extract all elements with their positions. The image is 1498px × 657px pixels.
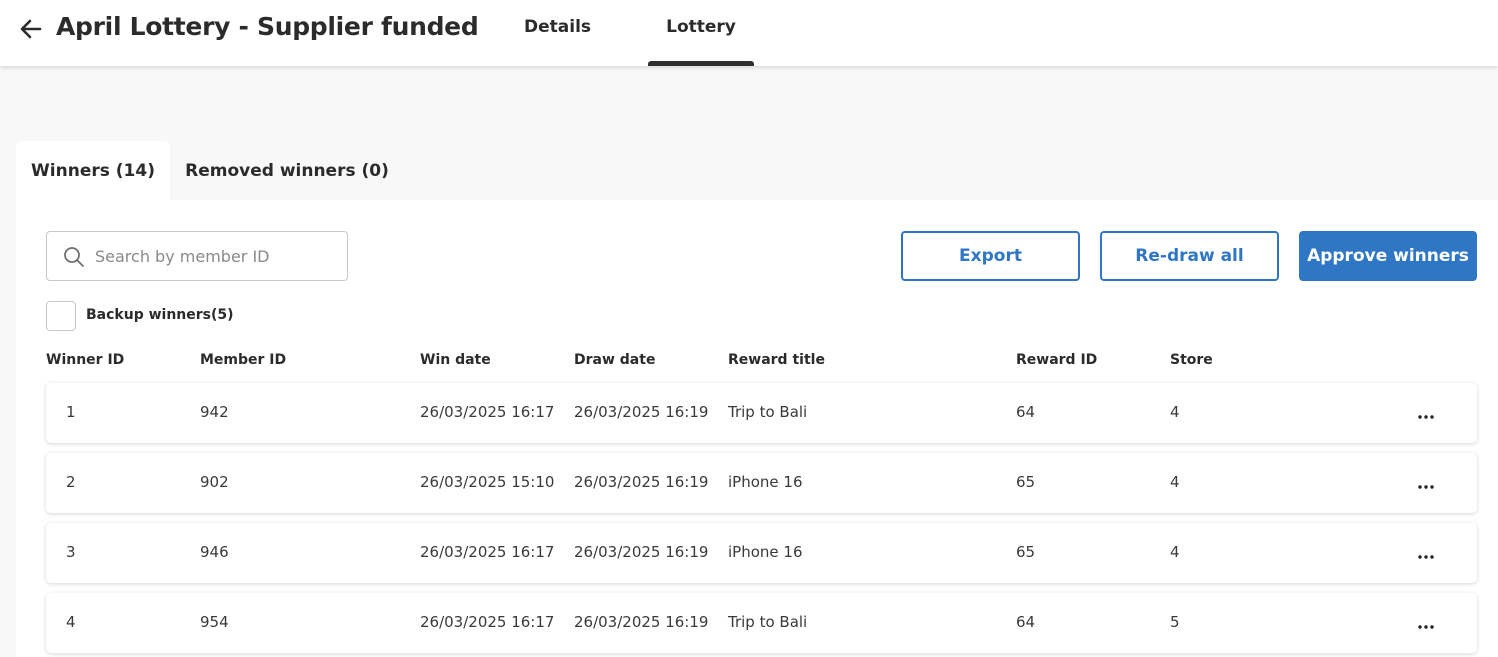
reward-title-cell: iPhone 16 bbox=[728, 543, 803, 561]
column-header-store: Store bbox=[1170, 352, 1213, 368]
draw-date-cell: 26/03/2025 16:19 bbox=[574, 613, 709, 631]
backup-winners-checkbox[interactable] bbox=[46, 301, 76, 331]
more-horizontal-icon[interactable] bbox=[1412, 539, 1440, 567]
draw-date-cell: 26/03/2025 16:19 bbox=[574, 403, 709, 421]
tab-details[interactable]: Details bbox=[524, 17, 591, 37]
winner-id-cell: 1 bbox=[66, 403, 76, 421]
more-horizontal-icon[interactable] bbox=[1412, 469, 1440, 497]
approve-winners-button[interactable]: Approve winners bbox=[1299, 231, 1477, 281]
winner-id-cell: 2 bbox=[66, 473, 76, 491]
table-row[interactable]: 3 946 26/03/2025 16:17 26/03/2025 16:19 … bbox=[46, 523, 1477, 583]
member-id-cell: 954 bbox=[200, 613, 229, 631]
reward-id-cell: 64 bbox=[1016, 403, 1036, 421]
subtab-removed-winners[interactable]: Removed winners (0) bbox=[170, 141, 404, 201]
backup-winners-label: Backup winners(5) bbox=[86, 307, 234, 323]
reward-title-cell: Trip to Bali bbox=[728, 403, 808, 421]
back-arrow-icon[interactable] bbox=[18, 16, 44, 42]
search-box[interactable] bbox=[46, 231, 348, 281]
winner-id-cell: 3 bbox=[66, 543, 76, 561]
reward-id-cell: 64 bbox=[1016, 613, 1036, 631]
store-cell: 4 bbox=[1170, 543, 1180, 561]
store-cell: 4 bbox=[1170, 403, 1180, 421]
tab-lottery[interactable]: Lottery bbox=[648, 17, 754, 37]
subtab-winners[interactable]: Winners (14) bbox=[16, 141, 170, 201]
member-id-cell: 902 bbox=[200, 473, 229, 491]
search-icon bbox=[63, 246, 85, 268]
member-id-cell: 946 bbox=[200, 543, 229, 561]
page-title: April Lottery - Supplier funded bbox=[56, 12, 479, 41]
reward-title-cell: iPhone 16 bbox=[728, 473, 803, 491]
search-input[interactable] bbox=[95, 240, 335, 272]
store-cell: 5 bbox=[1170, 613, 1180, 631]
redraw-all-button[interactable]: Re-draw all bbox=[1100, 231, 1279, 281]
export-button[interactable]: Export bbox=[901, 231, 1080, 281]
more-horizontal-icon[interactable] bbox=[1412, 399, 1440, 427]
column-header-reward-title: Reward title bbox=[728, 352, 825, 368]
store-cell: 4 bbox=[1170, 473, 1180, 491]
more-horizontal-icon[interactable] bbox=[1412, 609, 1440, 637]
table-row[interactable]: 4 954 26/03/2025 16:17 26/03/2025 16:19 … bbox=[46, 593, 1477, 653]
column-header-reward-id: Reward ID bbox=[1016, 352, 1098, 368]
column-header-member-id: Member ID bbox=[200, 352, 287, 368]
winner-id-cell: 4 bbox=[66, 613, 76, 631]
column-header-draw-date: Draw date bbox=[574, 352, 656, 368]
draw-date-cell: 26/03/2025 16:19 bbox=[574, 473, 709, 491]
win-date-cell: 26/03/2025 16:17 bbox=[420, 403, 555, 421]
reward-title-cell: Trip to Bali bbox=[728, 613, 808, 631]
column-header-win-date: Win date bbox=[420, 352, 491, 368]
table-row[interactable]: 1 942 26/03/2025 16:17 26/03/2025 16:19 … bbox=[46, 383, 1477, 443]
column-header-winner-id: Winner ID bbox=[46, 352, 125, 368]
active-tab-indicator bbox=[648, 61, 754, 66]
member-id-cell: 942 bbox=[200, 403, 229, 421]
table-row[interactable]: 2 902 26/03/2025 15:10 26/03/2025 16:19 … bbox=[46, 453, 1477, 513]
reward-id-cell: 65 bbox=[1016, 473, 1036, 491]
win-date-cell: 26/03/2025 16:17 bbox=[420, 543, 555, 561]
win-date-cell: 26/03/2025 15:10 bbox=[420, 473, 555, 491]
reward-id-cell: 65 bbox=[1016, 543, 1036, 561]
win-date-cell: 26/03/2025 16:17 bbox=[420, 613, 555, 631]
draw-date-cell: 26/03/2025 16:19 bbox=[574, 543, 709, 561]
top-bar: April Lottery - Supplier funded Details … bbox=[0, 0, 1498, 66]
